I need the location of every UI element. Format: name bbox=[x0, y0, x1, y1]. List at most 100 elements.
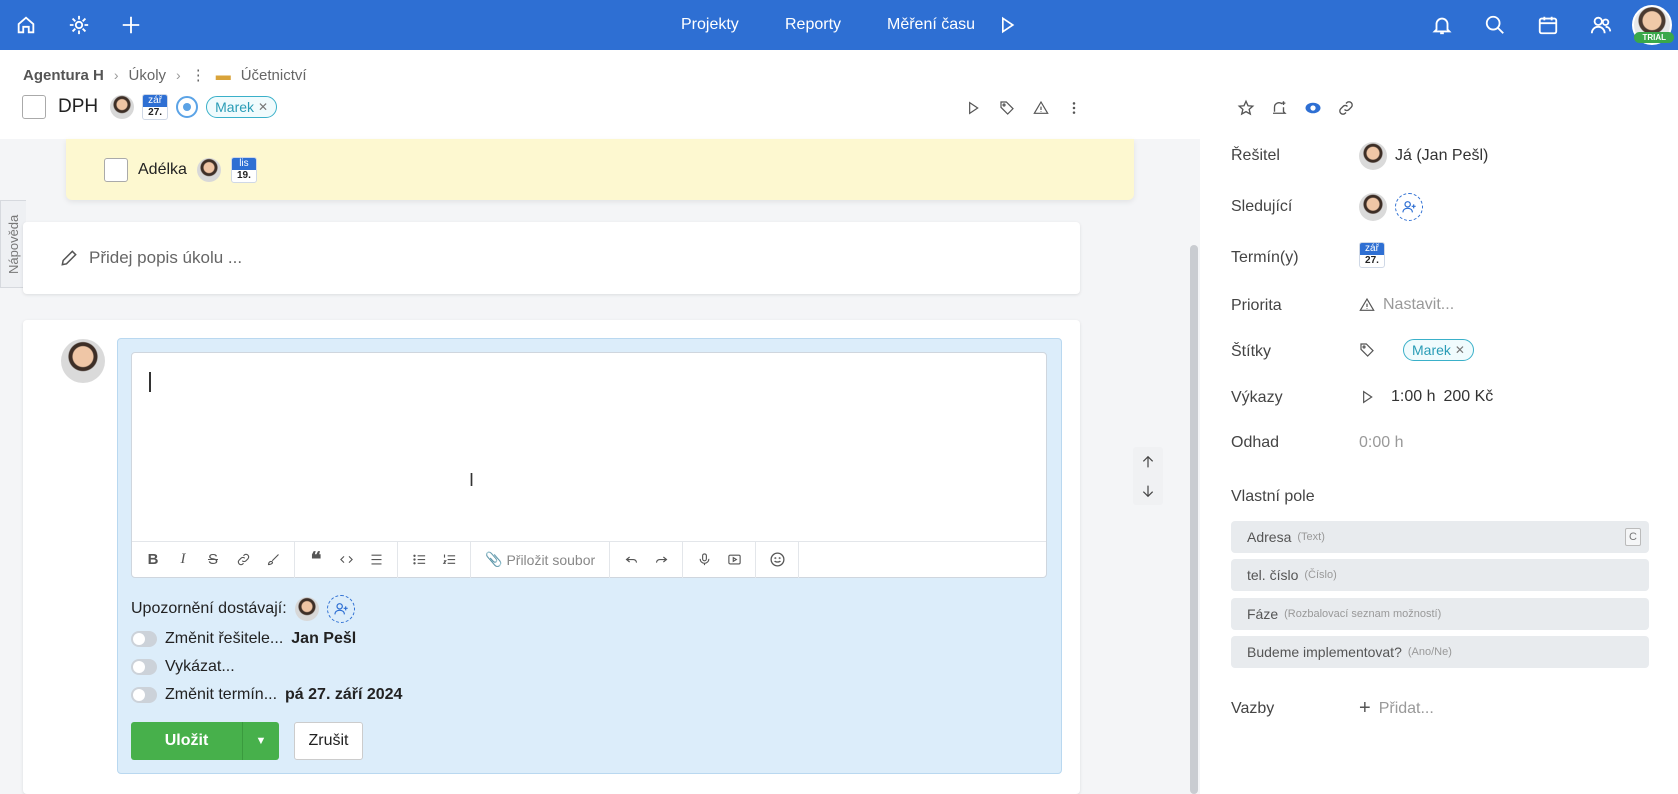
more-vertical-icon[interactable] bbox=[1064, 98, 1084, 118]
vykazy-value[interactable]: 1:00 h 200 Kč bbox=[1359, 388, 1493, 406]
nav-projekty[interactable]: Projekty bbox=[681, 0, 739, 50]
due-date-badge[interactable]: zář 27. bbox=[142, 94, 169, 120]
task-title[interactable]: DPH bbox=[58, 96, 98, 118]
breadcrumb-ukoly[interactable]: Úkoly bbox=[129, 67, 167, 84]
subtask-item[interactable]: Adélka lis 19. bbox=[104, 157, 257, 183]
attach-file-button[interactable]: 📎 Přiložit soubor bbox=[477, 551, 603, 568]
subtask-date-badge[interactable]: lis 19. bbox=[230, 157, 257, 183]
stitky-tag[interactable]: Marek ✕ bbox=[1403, 339, 1474, 361]
breadcrumb-ucetnictvi[interactable]: Účetnictví bbox=[241, 67, 307, 84]
media-group bbox=[683, 541, 757, 578]
custom-field-tel-cislo[interactable]: tel. číslo (Číslo) bbox=[1231, 559, 1649, 591]
code-button[interactable] bbox=[331, 545, 361, 575]
play-icon[interactable] bbox=[1359, 389, 1375, 405]
task-tag[interactable]: Marek ✕ bbox=[206, 96, 278, 118]
notification-bell-icon[interactable] bbox=[1427, 10, 1457, 40]
settings-gear-icon[interactable] bbox=[64, 10, 94, 40]
option-change-assignee-label: Změnit řešitele... bbox=[165, 630, 284, 647]
task-complete-checkbox[interactable] bbox=[22, 95, 46, 119]
custom-field-faze[interactable]: Fáze (Rozbalovací seznam možností) bbox=[1231, 598, 1649, 630]
save-button[interactable]: Uložit ▼ bbox=[131, 722, 279, 760]
close-icon[interactable]: ✕ bbox=[1455, 343, 1465, 357]
trial-badge: TRIAL bbox=[1634, 32, 1674, 43]
chevron-down-icon[interactable]: ▼ bbox=[243, 722, 279, 760]
description-field[interactable]: Přidej popis úkolu ... bbox=[23, 222, 1080, 294]
breadcrumb: Agentura H › Úkoly › ⋮ ▬ Účetnictví bbox=[23, 66, 307, 85]
add-plus-icon[interactable] bbox=[116, 10, 146, 40]
play-timer-icon[interactable] bbox=[992, 10, 1022, 40]
numbered-list-button[interactable] bbox=[434, 545, 464, 575]
status-circle-icon[interactable] bbox=[176, 96, 199, 118]
toggle-change-deadline[interactable] bbox=[131, 687, 157, 703]
bullet-list-button[interactable] bbox=[404, 545, 434, 575]
cancel-button[interactable]: Zrušit bbox=[294, 722, 363, 760]
custom-field-implementovat[interactable]: Budeme implementovat? (Ano/Ne) bbox=[1231, 636, 1649, 668]
vazby-add[interactable]: + Přidat... bbox=[1359, 697, 1434, 720]
brush-color-button[interactable] bbox=[258, 545, 288, 575]
toggle-change-assignee[interactable] bbox=[131, 631, 157, 647]
subtask-assignee-avatar[interactable] bbox=[196, 158, 221, 182]
resitel-value[interactable]: Já (Jan Pešl) bbox=[1359, 142, 1488, 170]
termin-value[interactable]: zář 27. bbox=[1359, 242, 1385, 268]
sledujici-value bbox=[1359, 193, 1423, 221]
redo-button[interactable] bbox=[646, 545, 676, 575]
arrow-down-icon[interactable] bbox=[1140, 483, 1156, 499]
warning-icon[interactable] bbox=[1031, 98, 1051, 118]
italic-button[interactable]: I bbox=[168, 545, 198, 575]
follower-avatar[interactable] bbox=[1359, 193, 1387, 221]
divider-button[interactable] bbox=[361, 545, 391, 575]
text-caret bbox=[149, 372, 151, 392]
custom-field-type: (Číslo) bbox=[1304, 569, 1337, 581]
nav-mereni-casu[interactable]: Měření času bbox=[887, 0, 975, 50]
undo-button[interactable] bbox=[616, 545, 646, 575]
custom-field-type: (Rozbalovací seznam možností) bbox=[1284, 608, 1442, 620]
custom-field-name: tel. číslo bbox=[1247, 567, 1299, 583]
termin-date-month: zář bbox=[1360, 243, 1384, 255]
comment-author-avatar bbox=[61, 339, 105, 383]
breadcrumb-agentura[interactable]: Agentura H bbox=[23, 67, 104, 84]
recipient-avatar[interactable] bbox=[294, 597, 319, 621]
odhad-value[interactable]: 0:00 h bbox=[1359, 434, 1403, 452]
scrollbar[interactable] bbox=[1190, 245, 1198, 794]
emoji-button[interactable] bbox=[762, 545, 792, 575]
toggle-log-time[interactable] bbox=[131, 659, 157, 675]
tag-icon[interactable] bbox=[997, 98, 1017, 118]
team-users-icon[interactable] bbox=[1586, 10, 1616, 40]
subtask-checkbox[interactable] bbox=[104, 158, 128, 182]
add-recipient-button[interactable] bbox=[326, 595, 355, 623]
tag-icon[interactable] bbox=[1359, 342, 1375, 358]
home-icon[interactable] bbox=[11, 10, 41, 40]
assignee-avatar[interactable] bbox=[110, 95, 135, 119]
play-icon[interactable] bbox=[963, 98, 983, 118]
priorita-value[interactable]: Nastavit... bbox=[1359, 296, 1454, 314]
eye-watch-icon[interactable] bbox=[1303, 98, 1323, 118]
paperclip-icon: 📎 bbox=[485, 551, 503, 567]
resitel-label: Řešitel bbox=[1231, 147, 1280, 164]
video-button[interactable] bbox=[719, 545, 749, 575]
quote-button[interactable]: ❝ bbox=[301, 545, 331, 575]
bell-add-icon[interactable] bbox=[1269, 98, 1289, 118]
link-button[interactable] bbox=[228, 545, 258, 575]
add-follower-button[interactable] bbox=[1395, 193, 1423, 221]
subtask-name[interactable]: Adélka bbox=[138, 161, 187, 179]
more-vertical-icon[interactable]: ⋮ bbox=[191, 66, 206, 84]
custom-field-button[interactable]: C bbox=[1625, 528, 1641, 546]
bold-button[interactable]: B bbox=[138, 545, 168, 575]
microphone-button[interactable] bbox=[689, 545, 719, 575]
calendar-icon[interactable] bbox=[1533, 10, 1563, 40]
termin-date-badge[interactable]: zář 27. bbox=[1359, 242, 1385, 268]
star-icon[interactable] bbox=[1236, 98, 1256, 118]
strikethrough-button[interactable]: S bbox=[198, 545, 228, 575]
termin-label: Termín(y) bbox=[1231, 249, 1299, 266]
close-icon[interactable]: ✕ bbox=[258, 100, 268, 114]
arrow-up-icon[interactable] bbox=[1140, 454, 1156, 470]
vykazy-time: 1:00 h bbox=[1391, 388, 1436, 405]
custom-field-adresa[interactable]: Adresa (Text) C bbox=[1231, 521, 1649, 553]
search-icon[interactable] bbox=[1480, 10, 1510, 40]
link-icon[interactable] bbox=[1336, 98, 1356, 118]
nav-reporty[interactable]: Reporty bbox=[785, 0, 841, 50]
save-button-label[interactable]: Uložit bbox=[131, 722, 243, 760]
add-person-icon bbox=[334, 603, 348, 615]
option-change-deadline-label: Změnit termín... bbox=[165, 686, 278, 703]
format-group: B I S bbox=[132, 541, 295, 578]
